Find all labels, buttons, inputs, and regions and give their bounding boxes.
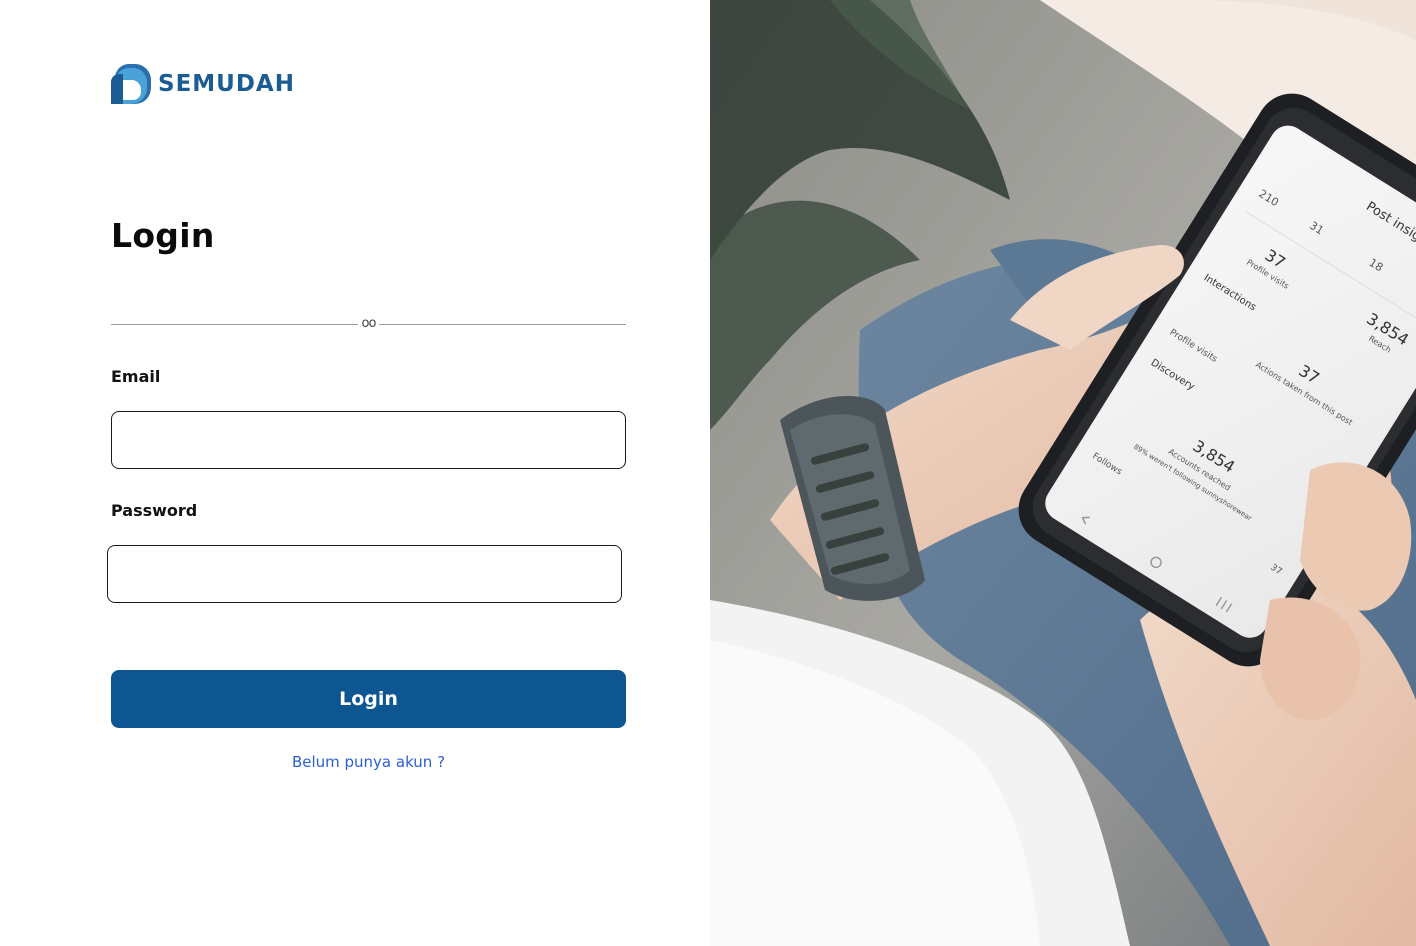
signup-link[interactable]: Belum punya akun ?	[111, 753, 626, 771]
login-page: SEMUDAH Login oo Email Password Login Be…	[0, 0, 1416, 946]
divider-line-right	[379, 323, 627, 325]
login-panel: SEMUDAH Login oo Email Password Login Be…	[0, 0, 710, 946]
semudah-logo-icon	[111, 64, 151, 104]
brand-logo: SEMUDAH	[111, 64, 295, 104]
hero-image: Post insights 210 31 18 6 37 Profile vis…	[710, 0, 1416, 946]
section-divider: oo	[111, 316, 627, 332]
password-label: Password	[111, 501, 198, 520]
page-title: Login	[111, 216, 215, 255]
login-button[interactable]: Login	[111, 670, 626, 728]
email-label: Email	[111, 367, 161, 386]
divider-mark: oo	[361, 316, 377, 331]
divider-line-left	[111, 323, 358, 325]
email-field[interactable]	[111, 411, 626, 469]
password-field[interactable]	[107, 545, 622, 603]
brand-name: SEMUDAH	[158, 71, 295, 97]
